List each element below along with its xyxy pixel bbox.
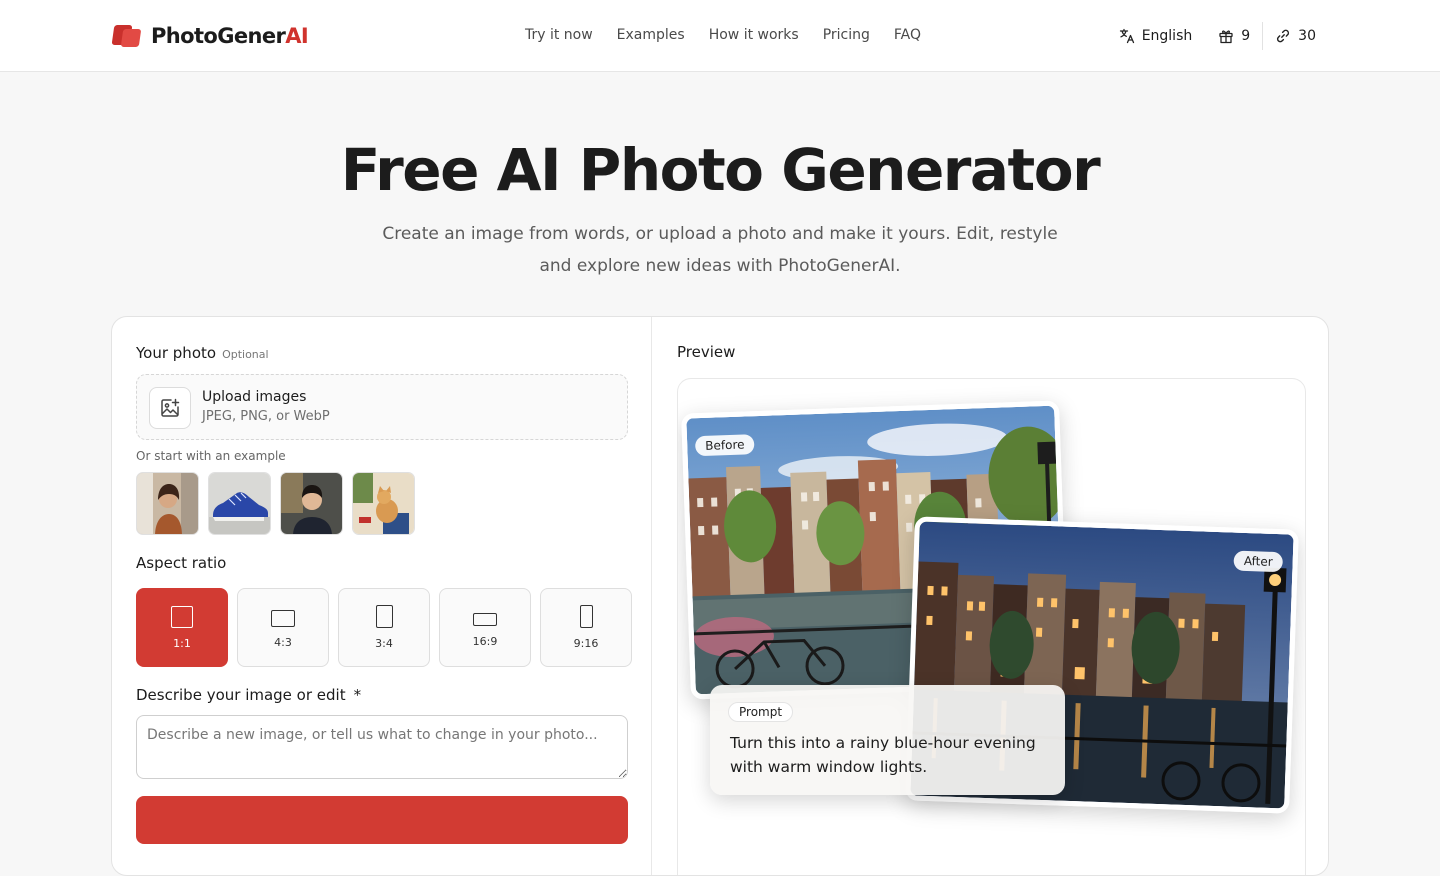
nav-faq[interactable]: FAQ <box>894 27 921 43</box>
example-thumb-man[interactable] <box>280 472 343 535</box>
logo[interactable]: PhotoGenerAI <box>111 24 309 48</box>
square-ratio-icon <box>171 605 193 628</box>
nav-try-it-now[interactable]: Try it now <box>525 27 593 43</box>
upload-formats: JPEG, PNG, or WebP <box>202 409 330 424</box>
upload-dropzone[interactable]: Upload images JPEG, PNG, or WebP <box>136 374 628 440</box>
aspect-ratio-3-4[interactable]: 3:4 <box>338 588 430 667</box>
top-navigation-bar: PhotoGenerAI Try it now Examples How it … <box>0 0 1440 72</box>
hero-title: Free AI Photo Generator <box>340 136 1101 204</box>
landscape-ratio-icon <box>271 609 295 627</box>
credits-count: 30 <box>1298 28 1316 44</box>
upload-title: Upload images <box>202 389 307 405</box>
logo-mark-icon <box>111 24 142 48</box>
header-divider <box>1262 22 1264 50</box>
example-thumb-sneaker[interactable] <box>208 472 271 535</box>
aspect-ratio-4-3[interactable]: 4:3 <box>237 588 329 667</box>
portrait-ratio-icon <box>375 605 393 628</box>
preview-panel: Preview Before After Prompt Turn this in… <box>653 317 1328 875</box>
nav-how-it-works[interactable]: How it works <box>709 27 799 43</box>
credits-counter[interactable]: 30 <box>1275 28 1316 44</box>
link-icon <box>1277 29 1290 43</box>
prompt-input[interactable] <box>136 715 628 779</box>
nav-examples[interactable]: Examples <box>617 27 685 43</box>
generator-card: Your photo Optional Upload images JPEG, P… <box>111 316 1329 876</box>
your-photo-heading: Your photo Optional <box>136 344 269 362</box>
example-thumb-woman[interactable] <box>136 472 199 535</box>
aspect-ratio-16-9[interactable]: 16:9 <box>439 588 531 667</box>
logo-wordmark: PhotoGenerAI <box>151 24 309 48</box>
generator-form: Your photo Optional Upload images JPEG, P… <box>112 317 652 875</box>
example-thumb-cat[interactable] <box>352 472 415 535</box>
prompt-card: Prompt Turn this into a rainy blue-hour … <box>710 685 1065 795</box>
example-thumbnails <box>136 472 415 535</box>
aspect-ratio-1-1[interactable]: 1:1 <box>136 588 228 667</box>
tall-ratio-icon <box>579 605 593 628</box>
before-tag: Before <box>694 434 755 457</box>
gift-counter[interactable]: 9 <box>1218 28 1250 44</box>
prompt-tag: Prompt <box>728 702 794 722</box>
header-actions: English 9 30 <box>1119 22 1316 50</box>
nav-pricing[interactable]: Pricing <box>823 27 870 43</box>
preview-heading: Preview <box>677 343 736 361</box>
aspect-ratio-selector: 1:1 4:3 3:4 16:9 9:16 <box>136 588 632 667</box>
language-selector[interactable]: English <box>1119 28 1193 44</box>
examples-label: Or start with an example <box>136 449 286 463</box>
optional-hint: Optional <box>222 348 269 361</box>
add-image-icon <box>149 387 191 429</box>
describe-heading: Describe your image or edit * <box>136 686 362 704</box>
preview-frame: Before After Prompt Turn this into a rai… <box>677 378 1306 875</box>
after-tag: After <box>1233 550 1284 573</box>
language-label: English <box>1141 28 1193 44</box>
hero-subtitle: Create an image from words, or upload a … <box>382 224 1058 276</box>
gift-count: 9 <box>1241 28 1251 44</box>
required-mark: * <box>353 686 362 704</box>
aspect-ratio-heading: Aspect ratio <box>136 554 227 572</box>
gift-icon <box>1219 30 1233 44</box>
prompt-example-text: Turn this into a rainy blue-hour evening… <box>730 734 1036 776</box>
translate-icon <box>1119 28 1134 44</box>
aspect-ratio-9-16[interactable]: 9:16 <box>540 588 632 667</box>
generate-button[interactable] <box>136 796 628 844</box>
widescreen-ratio-icon <box>473 612 497 626</box>
